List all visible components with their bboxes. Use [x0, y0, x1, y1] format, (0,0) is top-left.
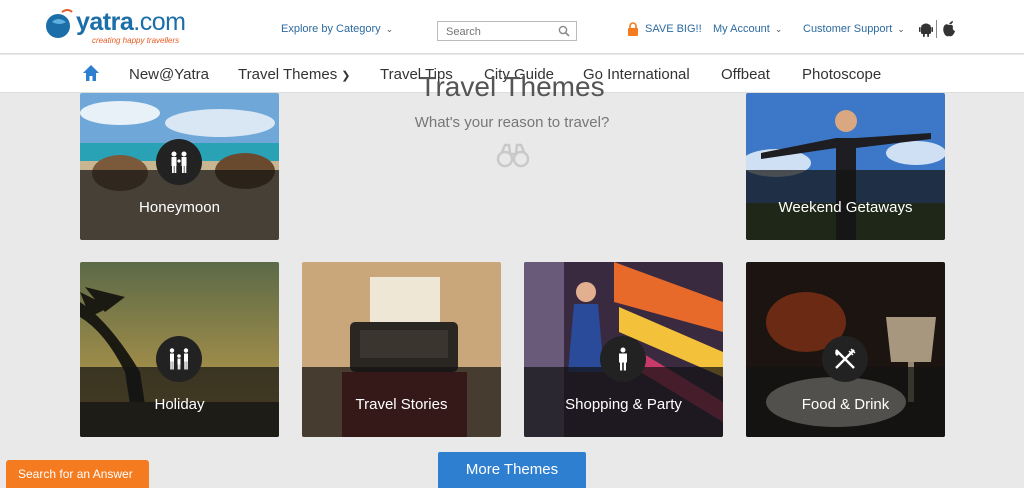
search-box[interactable]: [437, 21, 577, 41]
theme-tile-weekend-getaways[interactable]: Weekend Getaways: [746, 93, 945, 240]
search-for-answer-button[interactable]: Search for an Answer: [6, 460, 149, 488]
theme-tile-holiday[interactable]: Holiday: [80, 262, 279, 437]
person-icon: [619, 347, 627, 371]
my-account-dropdown[interactable]: My Account ⌄: [713, 23, 782, 35]
tile-label: Food & Drink: [801, 396, 890, 413]
logo-name: yatra: [76, 8, 134, 36]
customer-support-label: Customer Support: [803, 23, 893, 35]
apple-icon[interactable]: [942, 20, 956, 37]
tile-label: Shopping & Party: [565, 396, 682, 413]
binoculars-icon: [496, 143, 530, 168]
logo-globe-icon: [46, 9, 73, 38]
search-icon[interactable]: [558, 25, 570, 37]
tile-label: Weekend Getaways: [778, 199, 913, 216]
theme-tile-shopping-party[interactable]: Shopping & Party: [524, 262, 723, 437]
theme-tile-honeymoon[interactable]: Honeymoon: [80, 93, 279, 240]
android-icon[interactable]: [919, 21, 933, 37]
tile-label: Travel Stories: [355, 396, 448, 413]
explore-category-label: Explore by Category: [281, 23, 381, 35]
yatra-logo[interactable]: yatra.com creating happy travellers: [44, 6, 194, 48]
fork-knife-icon: [835, 348, 856, 369]
customer-support-dropdown[interactable]: Customer Support ⌄: [803, 23, 905, 35]
top-header: yatra.com creating happy travellers Expl…: [0, 0, 1024, 54]
theme-tile-travel-stories[interactable]: Travel Stories: [302, 262, 501, 437]
chevron-down-icon: ⌄: [385, 24, 394, 34]
explore-category-dropdown[interactable]: Explore by Category ⌄: [281, 23, 393, 35]
chevron-down-icon: ⌄: [774, 24, 783, 34]
couple-icon: [171, 151, 187, 173]
more-themes-button[interactable]: More Themes: [438, 452, 586, 488]
family-icon: [169, 348, 189, 370]
lock-icon: [628, 22, 638, 36]
tile-label: Holiday: [154, 396, 205, 413]
logo-domain: .com: [133, 8, 186, 36]
logo-tagline: creating happy travellers: [92, 36, 180, 45]
search-input[interactable]: [438, 23, 550, 41]
tile-label: Honeymoon: [139, 199, 220, 216]
divider: [936, 20, 937, 38]
my-account-label: My Account: [713, 23, 770, 35]
theme-tile-food-drink[interactable]: Food & Drink: [746, 262, 945, 437]
chevron-down-icon: ⌄: [897, 24, 905, 34]
save-big-link[interactable]: SAVE BIG!!: [645, 23, 702, 35]
